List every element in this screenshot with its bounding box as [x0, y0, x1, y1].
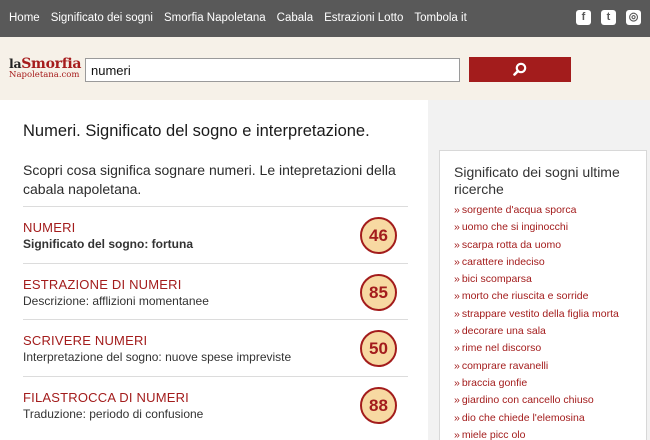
recent-searches-title: Significato dei sogni ultime ricerche	[454, 164, 620, 197]
result-title[interactable]: Scrivere numeri	[23, 333, 147, 348]
result-item[interactable]: Scrivere numeri Interpretazione del sogn…	[23, 319, 408, 376]
recent-search-link[interactable]: » miele picc olo	[454, 427, 619, 440]
nav-link-estrazioni-lotto[interactable]: Estrazioni Lotto	[324, 12, 403, 24]
search-button[interactable]	[469, 57, 571, 82]
main-content: Numeri. Significato del sogno e interpre…	[0, 100, 428, 440]
logo-text-napoletana: Napoletana.com	[9, 70, 80, 80]
recent-search-link[interactable]: » sorgente d'acqua sporca	[454, 202, 619, 219]
number-badge: 50	[360, 330, 397, 367]
facebook-icon[interactable]: f	[576, 10, 591, 25]
recent-search-link[interactable]: » bici scomparsa	[454, 271, 619, 288]
result-item[interactable]: Filastrocca di numeri Traduzione: period…	[23, 375, 408, 433]
recent-search-link[interactable]: » morto che riuscita e sorride	[454, 288, 619, 305]
result-title[interactable]: Numeri	[23, 220, 75, 235]
number-badge: 46	[360, 217, 397, 254]
result-description: Significato del sogno: fortuna	[23, 237, 193, 251]
top-navigation: Home Significato dei sogni Smorfia Napol…	[0, 0, 650, 37]
recent-search-link[interactable]: » rime nel discorso	[454, 340, 619, 357]
twitter-icon[interactable]: t	[601, 10, 616, 25]
nav-link-home[interactable]: Home	[9, 12, 40, 24]
number-badge: 85	[360, 273, 397, 311]
recent-search-link[interactable]: » uomo che si inginocchi	[454, 219, 619, 236]
recent-search-link[interactable]: » dio che chiede l'elemosina	[454, 410, 619, 427]
logo-text-la: la	[9, 56, 22, 71]
nav-links: Home Significato dei sogni Smorfia Napol…	[9, 12, 478, 24]
recent-search-link[interactable]: » giardino con cancello chiuso	[454, 392, 619, 409]
search-input[interactable]	[85, 58, 460, 82]
result-description: Interpretazione del sogno: nuove spese i…	[23, 350, 292, 364]
result-description: Descrizione: afflizioni momentanee	[23, 293, 209, 308]
recent-searches-list: » sorgente d'acqua sporca » uomo che si in…	[454, 202, 619, 440]
search-header: laSmorfia Napoletana.com	[0, 37, 650, 100]
result-title[interactable]: Filastrocca di numeri	[23, 390, 189, 405]
result-item[interactable]: Estrazione di numeri Descrizione: affliz…	[23, 262, 408, 320]
recent-search-link[interactable]: » carattere indeciso	[454, 254, 619, 271]
result-item[interactable]: Numeri Significato del sogno: fortuna 46	[23, 206, 408, 263]
recent-search-link[interactable]: » scarpa rotta da uomo	[454, 237, 619, 254]
recent-search-link[interactable]: » braccia gonfie	[454, 375, 619, 392]
instagram-icon[interactable]: ◎	[626, 10, 641, 25]
recent-search-link[interactable]: » decorare una sala	[454, 323, 619, 340]
page-intro: Scopri cosa significa sognare numeri. Le…	[23, 162, 396, 197]
recent-searches-box: Significato dei sogni ultime ricerche » s…	[439, 150, 647, 440]
recent-search-link[interactable]: » strappare vestito della figlia morta	[454, 306, 619, 323]
result-title[interactable]: Estrazione di numeri	[23, 277, 182, 292]
search-icon	[513, 62, 527, 76]
nav-link-cabala[interactable]: Cabala	[277, 12, 313, 24]
recent-search-link[interactable]: » comprare ravanelli	[454, 358, 619, 375]
page-title: Numeri. Significato del sogno e interpre…	[23, 122, 370, 140]
results-list: Numeri Significato del sogno: fortuna 46…	[23, 206, 408, 432]
result-description: Traduzione: periodo di confusione	[23, 406, 204, 421]
site-logo[interactable]: laSmorfia Napoletana.com	[9, 56, 82, 86]
nav-link-tombola[interactable]: Tombola it	[414, 12, 466, 24]
nav-link-smorfia-napoletana[interactable]: Smorfia Napoletana	[164, 12, 266, 24]
number-badge: 88	[360, 386, 397, 424]
nav-link-significato-dei-sogni[interactable]: Significato dei sogni	[51, 12, 153, 24]
